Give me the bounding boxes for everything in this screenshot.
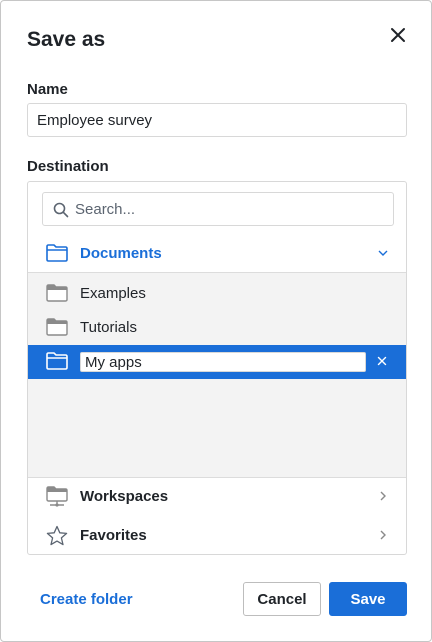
destination-browser: Documents Examples Tutorials [27,181,407,555]
section-favorites[interactable]: Favorites [28,517,406,554]
save-as-dialog: Save as Name Destination Documents [0,0,432,642]
dialog-title: Save as [27,28,106,51]
folder-icon [46,284,68,302]
list-item-examples[interactable]: Examples [28,277,406,311]
current-folder-label: Documents [80,245,162,262]
list-item-tutorials[interactable]: Tutorials [28,311,406,345]
folder-icon [46,244,68,262]
close-button[interactable] [387,24,409,46]
section-workspaces[interactable]: Workspaces [28,478,406,516]
cancel-new-folder-icon[interactable] [377,356,387,366]
list-item-label: Tutorials [80,319,137,336]
folder-icon [46,318,68,336]
folder-icon [46,352,68,370]
cancel-button[interactable]: Cancel [243,582,321,616]
chevron-down-icon [378,250,388,256]
destination-label: Destination [27,158,109,175]
close-icon [391,28,405,42]
section-label: Workspaces [80,488,169,505]
create-folder-link[interactable]: Create folder [40,591,133,608]
current-folder-row[interactable]: Documents [28,236,406,272]
chevron-right-icon [380,530,386,540]
star-icon [46,525,68,546]
list-item-label: Examples [80,285,146,302]
new-folder-row[interactable] [28,345,406,379]
search-box [42,192,394,226]
chevron-right-icon [380,491,386,501]
search-input[interactable] [75,193,387,225]
save-button[interactable]: Save [329,582,407,616]
name-label: Name [27,81,68,98]
search-icon [53,202,69,218]
workspace-icon [46,486,68,507]
section-label: Favorites [80,527,147,544]
name-input[interactable] [27,103,407,137]
folder-list: Examples Tutorials [28,272,406,478]
new-folder-name-input[interactable] [80,352,366,372]
